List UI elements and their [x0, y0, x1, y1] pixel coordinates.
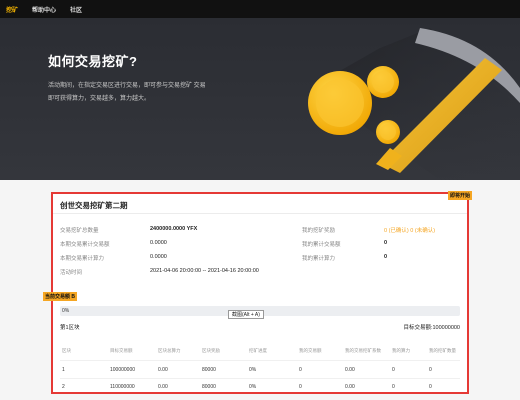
hero-description: 活动期间，在指定交易区进行交易，即可参与交易挖矿 交易 即可获得算力，交易越多，… [48, 80, 248, 106]
hero-title: 如何交易挖矿? [48, 54, 138, 69]
table-cell: 100000000 [110, 367, 136, 373]
mining-progress-text: 0% [62, 308, 70, 314]
total-mining-amount-value: 2400000.0000 YFX [150, 226, 198, 232]
table-cell: 0.00 [345, 367, 355, 373]
period-hashrate-value: 0.0000 [150, 254, 167, 260]
table-cell: 0.00 [158, 367, 168, 373]
table-cell: 2 [62, 384, 65, 390]
mining-period-card: 创世交易挖矿第二期 交易挖矿总数量 2400000.0000 YFX 本期交易累… [52, 193, 468, 393]
top-nav: 挖矿 帮助中心 社区 [0, 0, 520, 18]
current-volume-badge: 当前交易额 B [43, 292, 78, 301]
table-header-block-reward: 区块奖励 [202, 348, 220, 353]
period-hashrate-label: 本期交易累计算力 [60, 256, 105, 262]
card-title: 创世交易挖矿第二期 [60, 201, 128, 210]
hero-description-line-2: 即可获得算力，交易越多，算力越大。 [48, 96, 151, 102]
my-hashrate-label: 我的累计算力 [302, 256, 336, 262]
table-row-divider [60, 378, 460, 379]
table-cell: 110000000 [110, 384, 135, 390]
hero-description-line-1: 活动期间，在指定交易区进行交易，即可参与交易挖矿 交易 [48, 83, 206, 89]
table-cell: 0.00 [158, 384, 168, 390]
pickaxe-coins-illustration [308, 28, 520, 180]
table-header-target-volume: 目标交易额 [110, 348, 133, 353]
block-title: 第1区块 [60, 325, 80, 331]
table-cell: 0 [429, 384, 432, 390]
activity-time-value: 2021-04-06 20:00:00 -- 2021-04-16 20:00:… [150, 268, 259, 274]
card-divider [52, 213, 468, 214]
hero-banner: 如何交易挖矿? 活动期间，在指定交易区进行交易，即可参与交易挖矿 交易 即可获得… [0, 18, 520, 180]
table-cell: 0 [429, 367, 432, 373]
screenshot-tooltip: 截图(Alt + A) [228, 310, 264, 319]
period-trade-volume-value: 0.0000 [150, 240, 167, 246]
table-cell: 0.00 [345, 384, 355, 390]
status-badge: 即将开始 [448, 191, 473, 200]
table-header-block: 区块 [62, 348, 71, 353]
table-header-my-hashrate: 我的算力 [392, 348, 410, 353]
period-trade-volume-label: 本期交易累计交易额 [60, 242, 110, 248]
nav-item-community[interactable]: 社区 [70, 5, 82, 14]
my-mining-reward-value: 0 (已确认) 0 (未确认) [384, 228, 436, 234]
table-header-block-hashrate: 区块总算力 [158, 348, 181, 353]
table-cell: 0 [299, 367, 302, 373]
table-cell: 0 [299, 384, 302, 390]
table-cell: 1 [62, 367, 65, 373]
my-trade-volume-value: 0 [384, 240, 388, 246]
block-target-volume: 目标交易额:100000000 [403, 325, 460, 331]
nav-item-mining[interactable]: 挖矿 [6, 5, 18, 14]
table-cell: 0% [249, 384, 257, 390]
table-header-my-volume: 我的交易额 [299, 348, 322, 353]
table-header-mining-progress: 挖矿进度 [249, 348, 267, 353]
table-cell: 0% [249, 367, 257, 373]
total-mining-amount-label: 交易挖矿总数量 [60, 228, 99, 234]
my-trade-volume-label: 我的累计交易额 [302, 242, 341, 248]
table-cell: 0 [392, 367, 395, 373]
table-cell: 0 [392, 384, 395, 390]
activity-time-label: 活动时间 [60, 270, 83, 276]
nav-item-help-center[interactable]: 帮助中心 [32, 5, 56, 14]
my-mining-reward-label: 我的挖矿奖励 [302, 228, 336, 234]
table-cell: 80000 [202, 367, 216, 373]
table-cell: 80000 [202, 384, 216, 390]
my-hashrate-value: 0 [384, 254, 388, 260]
table-row-divider [60, 360, 460, 361]
table-header-my-coefficient: 我的交易挖矿系数 [345, 348, 381, 353]
table-header-my-mining-amount: 我的挖矿数量 [429, 348, 456, 353]
